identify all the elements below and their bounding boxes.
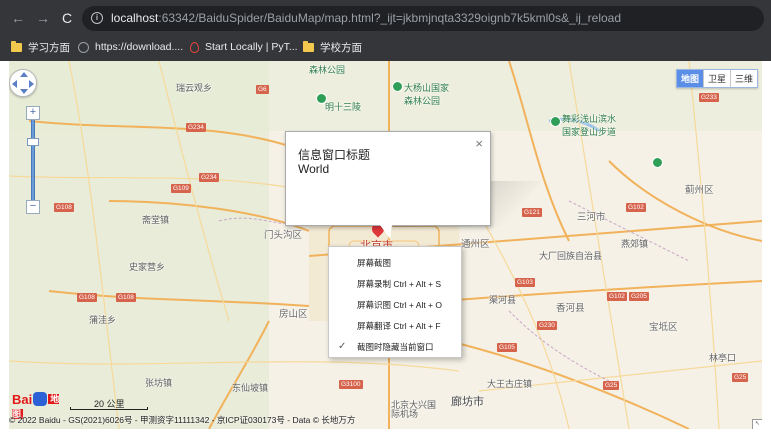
pan-left-icon[interactable]: [12, 80, 17, 88]
zoom-slider[interactable]: [27, 120, 39, 200]
menu-item-screen-recognize[interactable]: 屏幕识图 Ctrl + Alt + O: [329, 295, 463, 315]
label-wuling: 舞彩浅山滨水 国家登山步道: [562, 114, 617, 137]
label-zhangfang: 张坊镇: [145, 378, 173, 388]
label-zhaitang: 斋堂镇: [142, 215, 170, 225]
road-shield: G234: [199, 173, 219, 182]
label-langfang: 廊坊市: [451, 396, 484, 408]
bookmarks-bar: 学习方面 https://download.... Start Locally …: [0, 33, 771, 61]
globe-icon: [78, 41, 89, 53]
road-shield: G109: [171, 184, 191, 193]
info-window-title: 信息窗口标题: [298, 148, 371, 162]
park-icon: [550, 116, 561, 127]
bookmark-folder-school[interactable]: 学校方面: [303, 38, 362, 56]
browser-chrome: ← → C i localhost:63342/BaiduSpider/Baid…: [0, 0, 771, 61]
baidu-logo[interactable]: Bai 地图: [12, 392, 67, 419]
info-window-content: World: [298, 162, 330, 176]
pan-right-icon[interactable]: [29, 80, 34, 88]
label-ruiyun: 瑞云观乡: [176, 83, 213, 93]
menu-item-hide-window[interactable]: ✓ 截图时隐藏当前窗口: [329, 337, 463, 357]
road-shield: G234: [186, 123, 206, 132]
info-window-tail: [380, 225, 392, 239]
label-dayang: 大杨山国家 森林公园: [404, 83, 450, 106]
label-dongshang: 东仙坡镇: [232, 383, 269, 393]
menu-item-screen-record[interactable]: 屏幕录制 Ctrl + Alt + S: [329, 274, 463, 294]
road-shield: G205: [629, 292, 649, 301]
context-menu: 屏幕截图 屏幕录制 Ctrl + Alt + S 屏幕识图 Ctrl + Alt…: [328, 246, 462, 358]
label-senlin-park: 森林公园: [309, 65, 346, 75]
label-quhe: 渠河县: [489, 295, 517, 305]
checkmark-icon: ✓: [338, 341, 347, 352]
label-puwa: 蒲洼乡: [89, 315, 117, 325]
road-shield: G105: [497, 343, 517, 352]
map-type-satellite[interactable]: 卫星: [702, 70, 730, 87]
label-sanhe: 三河市: [577, 212, 606, 223]
road-shield: G25: [603, 381, 620, 390]
scale-bar: [70, 407, 148, 410]
reload-icon[interactable]: C: [57, 8, 77, 28]
pytorch-icon: [190, 41, 199, 53]
label-shijiaying: 史家营乡: [129, 262, 166, 272]
folder-icon: [303, 40, 314, 52]
label-linting: 林亭口: [709, 353, 737, 363]
label-yanjiao: 燕郊镇: [621, 239, 649, 249]
map-type-switch: 地图 卫星 三维: [675, 69, 758, 88]
bookmark-folder-study[interactable]: 学习方面: [11, 38, 70, 56]
label-mentougou: 门头沟区: [264, 230, 303, 241]
road-shield: G108: [116, 293, 136, 302]
bookmark-pytorch[interactable]: Start Locally | PyT...: [190, 38, 298, 56]
menu-item-screen-translate[interactable]: 屏幕翻译 Ctrl + Alt + F: [329, 316, 463, 336]
address-row: ← → C i localhost:63342/BaiduSpider/Baid…: [0, 0, 771, 37]
road-shield: G233: [699, 93, 719, 102]
park-icon: [652, 157, 663, 168]
menu-item-screenshot[interactable]: 屏幕截图: [329, 253, 463, 273]
road-shield: G102: [607, 292, 627, 301]
back-arrow-icon[interactable]: ←: [8, 8, 28, 28]
road-shield: G6: [256, 85, 269, 94]
map-type-3d[interactable]: 三维: [729, 70, 757, 87]
pan-down-icon[interactable]: [20, 89, 28, 94]
map-type-normal[interactable]: 地图: [676, 70, 703, 87]
road-shield: G230: [537, 321, 557, 330]
expand-corner-icon[interactable]: ↖: [752, 419, 762, 429]
label-shisanling: 明十三陵: [325, 102, 362, 112]
zoom-slider-handle[interactable]: [27, 138, 39, 146]
site-info-icon[interactable]: i: [91, 12, 103, 24]
pan-up-icon[interactable]: [20, 72, 28, 77]
label-fangshan: 房山区: [279, 309, 308, 320]
label-xianghe: 香河县: [556, 303, 585, 314]
label-jinzhou: 蓟州区: [685, 185, 714, 196]
label-airport: 北京大兴国际机场: [391, 400, 437, 419]
zoom-in-button[interactable]: +: [26, 106, 40, 120]
label-tongzhou: 通州区: [461, 239, 490, 250]
road-shield: G121: [522, 208, 542, 217]
close-icon[interactable]: ×: [475, 136, 483, 151]
zoom-out-button[interactable]: −: [26, 200, 40, 214]
label-baodi: 宝坻区: [649, 322, 678, 333]
park-icon: [316, 93, 327, 104]
info-window: 信息窗口标题 World ×: [285, 131, 491, 226]
folder-icon: [11, 40, 22, 52]
zoom-control: + −: [26, 106, 40, 214]
forward-arrow-icon[interactable]: →: [33, 8, 53, 28]
road-shield: G3100: [339, 380, 363, 389]
map-pan-control[interactable]: [9, 69, 37, 97]
copyright-text: © 2022 Baidu - GS(2021)6026号 - 甲测资字11111…: [9, 415, 356, 425]
url-text[interactable]: localhost:63342/BaiduSpider/BaiduMap/map…: [111, 11, 621, 25]
road-shield: G102: [626, 203, 646, 212]
address-bar[interactable]: i localhost:63342/BaiduSpider/BaiduMap/m…: [82, 6, 764, 31]
label-dachang: 大厂回族自治县: [539, 251, 603, 261]
road-shield: G25: [732, 373, 749, 382]
park-icon: [392, 81, 403, 92]
baidu-map[interactable]: 森林公园 瑞云观乡 大杨山国家 森林公园 明十三陵 舞彩浅山滨水 国家登山步道 斋堂…: [9, 61, 762, 429]
label-dawang: 大王古庄镇: [487, 379, 533, 389]
road-shield: G108: [54, 203, 74, 212]
road-shield: G108: [77, 293, 97, 302]
map-scale: 20 公里: [70, 397, 150, 410]
baidu-paw-icon: [33, 392, 48, 406]
bookmark-download[interactable]: https://download....: [78, 38, 183, 56]
road-shield: G103: [515, 278, 535, 287]
